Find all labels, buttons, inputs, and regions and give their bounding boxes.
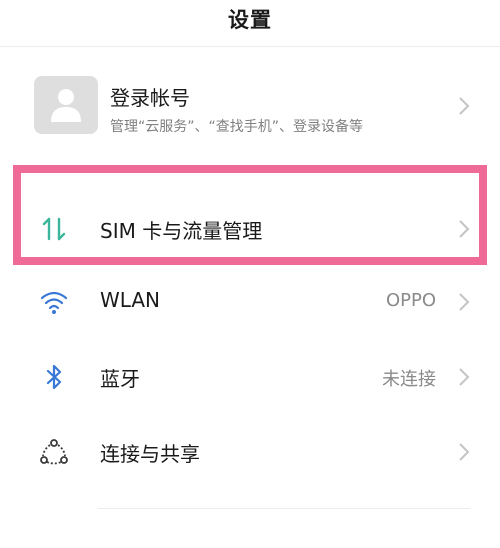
row-value: OPPO — [385, 290, 436, 311]
row-label: WLAN — [100, 288, 161, 312]
chevron-right-icon — [459, 368, 470, 386]
row-label: SIM 卡与流量管理 — [100, 219, 263, 243]
page-title: 设置 — [228, 8, 272, 32]
list-divider — [98, 508, 470, 509]
chevron-right-icon — [459, 97, 470, 115]
row-sim-data-management[interactable]: SIM 卡与流量管理 — [0, 199, 500, 259]
chevron-right-icon — [459, 293, 470, 311]
row-bluetooth[interactable]: 蓝牙 未连接 — [0, 347, 500, 407]
account-title: 登录帐号 — [110, 86, 190, 110]
bluetooth-icon — [46, 364, 62, 390]
data-arrows-icon — [42, 217, 66, 241]
row-label: 蓝牙 — [100, 367, 140, 391]
row-wlan[interactable]: WLAN OPPO — [0, 272, 500, 332]
share-nodes-icon — [40, 439, 68, 465]
row-connection-sharing[interactable]: 连接与共享 — [0, 422, 500, 482]
settings-screen: 设置 登录帐号 管理“云服务”、“查找手机”、登录设备等 SIM 卡与流量管理 … — [0, 0, 500, 548]
header-divider — [0, 46, 500, 47]
row-label: 连接与共享 — [100, 442, 200, 466]
chevron-right-icon — [459, 220, 470, 238]
header: 设置 — [0, 0, 500, 40]
avatar — [34, 76, 98, 134]
wifi-icon — [40, 291, 68, 314]
account-login-row[interactable]: 登录帐号 管理“云服务”、“查找手机”、登录设备等 — [0, 60, 500, 156]
chevron-right-icon — [459, 443, 470, 461]
account-subtitle: 管理“云服务”、“查找手机”、登录设备等 — [110, 119, 364, 135]
person-icon — [51, 89, 81, 122]
row-value: 未连接 — [382, 369, 436, 390]
